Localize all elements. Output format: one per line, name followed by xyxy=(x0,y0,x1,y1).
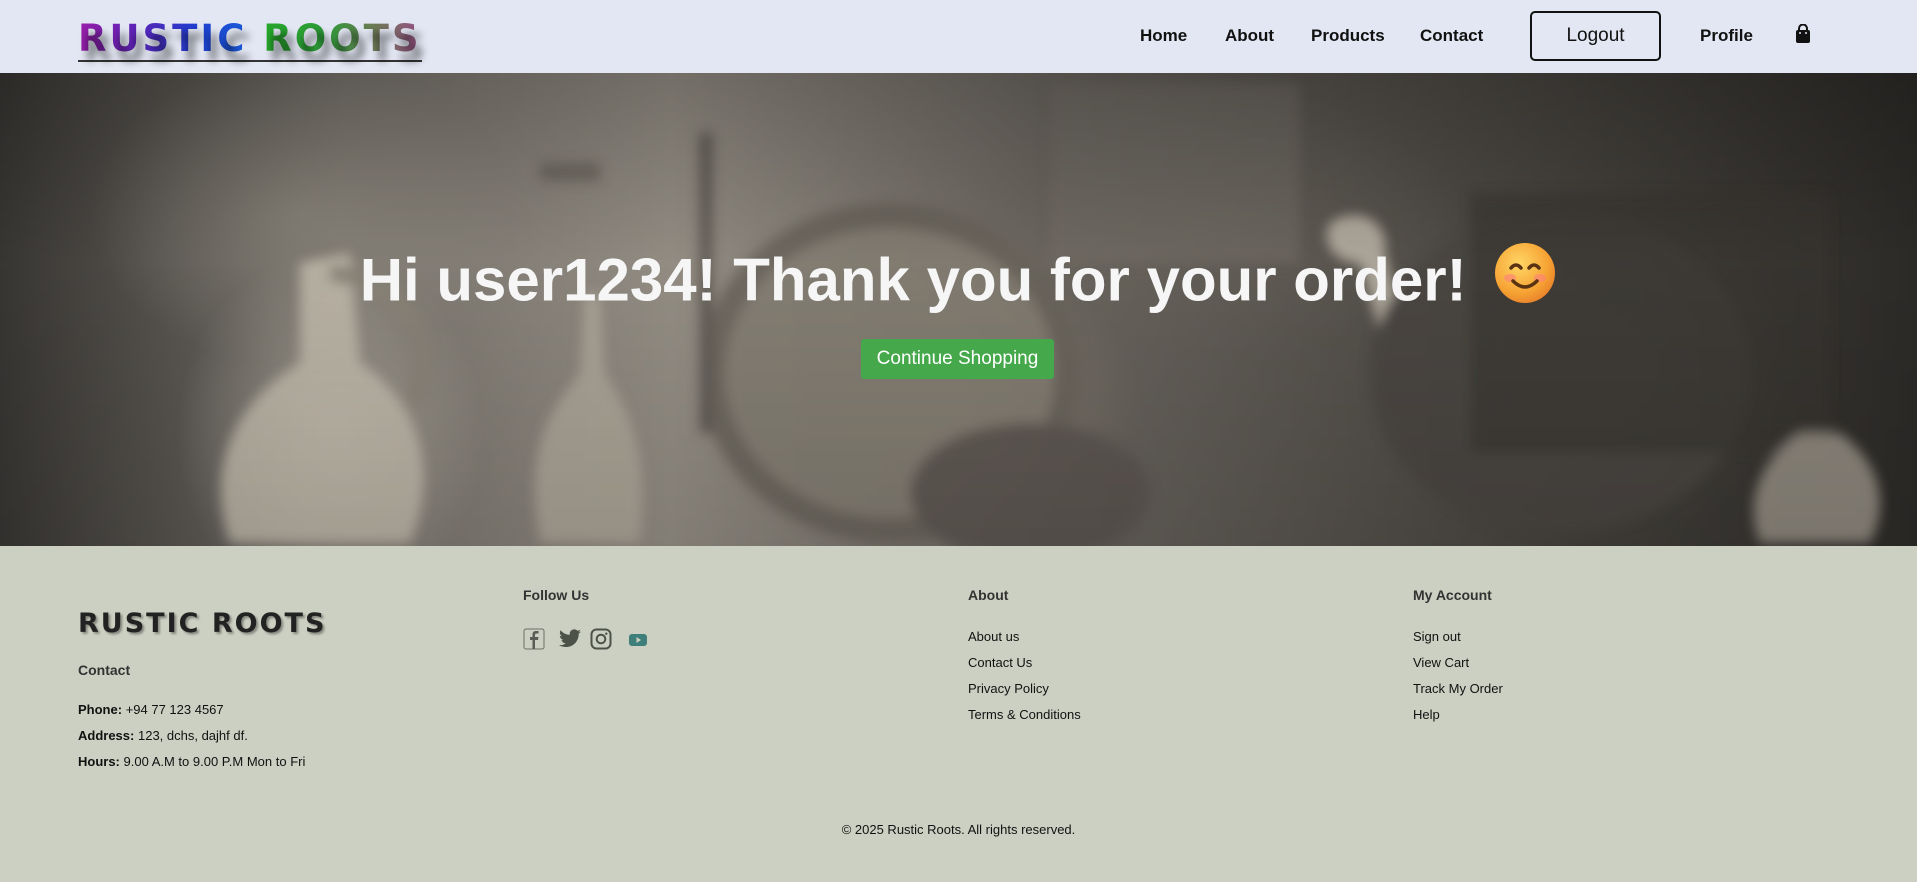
hours-label: Hours: xyxy=(78,754,120,769)
logo-word-roots: ROOTS xyxy=(263,17,422,60)
footer-address: Address: 123, dchs, dajhf df. xyxy=(78,728,248,743)
logo-word-rustic: RUSTIC xyxy=(78,17,248,60)
address-label: Address: xyxy=(78,728,135,743)
privacy-policy-link[interactable]: Privacy Policy xyxy=(968,681,1049,696)
footer-follow-heading: Follow Us xyxy=(523,587,590,603)
shopping-bag-icon[interactable] xyxy=(1794,23,1812,44)
sign-out-link[interactable]: Sign out xyxy=(1413,629,1461,644)
view-cart-link[interactable]: View Cart xyxy=(1413,655,1469,670)
footer-about-heading: About xyxy=(968,587,1009,603)
contact-us-link[interactable]: Contact Us xyxy=(968,655,1032,670)
track-order-link[interactable]: Track My Order xyxy=(1413,681,1503,696)
twitter-icon[interactable] xyxy=(558,628,581,650)
top-navbar: RUSTIC ROOTS Home About Products Contact… xyxy=(0,0,1917,73)
continue-shopping-button[interactable]: Continue Shopping xyxy=(861,339,1054,379)
help-link[interactable]: Help xyxy=(1413,707,1440,722)
nav-about-link[interactable]: About xyxy=(1225,26,1274,46)
site-logo[interactable]: RUSTIC ROOTS xyxy=(78,18,422,62)
copyright-text: © 2025 Rustic Roots. All rights reserved… xyxy=(841,822,1076,837)
instagram-icon[interactable] xyxy=(590,628,612,650)
footer-account-heading: My Account xyxy=(1413,587,1492,603)
footer-phone: Phone: +94 77 123 4567 xyxy=(78,702,224,717)
footer-logo: RUSTIC ROOTS xyxy=(78,608,327,639)
phone-value: +94 77 123 4567 xyxy=(125,702,224,717)
nav-home-link[interactable]: Home xyxy=(1140,26,1187,46)
hours-value: 9.00 A.M to 9.00 P.M Mon to Fri xyxy=(123,754,306,769)
order-thanks-heading: Hi user1234! Thank you for your order! xyxy=(0,243,1917,324)
youtube-icon[interactable] xyxy=(627,628,649,650)
terms-conditions-link[interactable]: Terms & Conditions xyxy=(968,707,1081,722)
nav-contact-link[interactable]: Contact xyxy=(1420,26,1483,46)
phone-label: Phone: xyxy=(78,702,123,717)
about-us-link[interactable]: About us xyxy=(968,629,1019,644)
logout-button[interactable]: Logout xyxy=(1530,11,1661,61)
hero-banner: Hi user1234! Thank you for your order! C… xyxy=(0,73,1917,546)
order-thanks-text: Hi user1234! Thank you for your order! xyxy=(359,246,1467,314)
footer-contact-heading: Contact xyxy=(78,662,131,678)
facebook-icon[interactable] xyxy=(523,628,545,650)
footer-hours: Hours: 9.00 A.M to 9.00 P.M Mon to Fri xyxy=(78,754,305,769)
smiling-face-icon xyxy=(1493,241,1557,320)
profile-link[interactable]: Profile xyxy=(1700,26,1753,46)
address-value: 123, dchs, dajhf df. xyxy=(137,728,248,743)
nav-products-link[interactable]: Products xyxy=(1311,26,1385,46)
site-footer: RUSTIC ROOTS Contact Phone: +94 77 123 4… xyxy=(0,546,1917,882)
